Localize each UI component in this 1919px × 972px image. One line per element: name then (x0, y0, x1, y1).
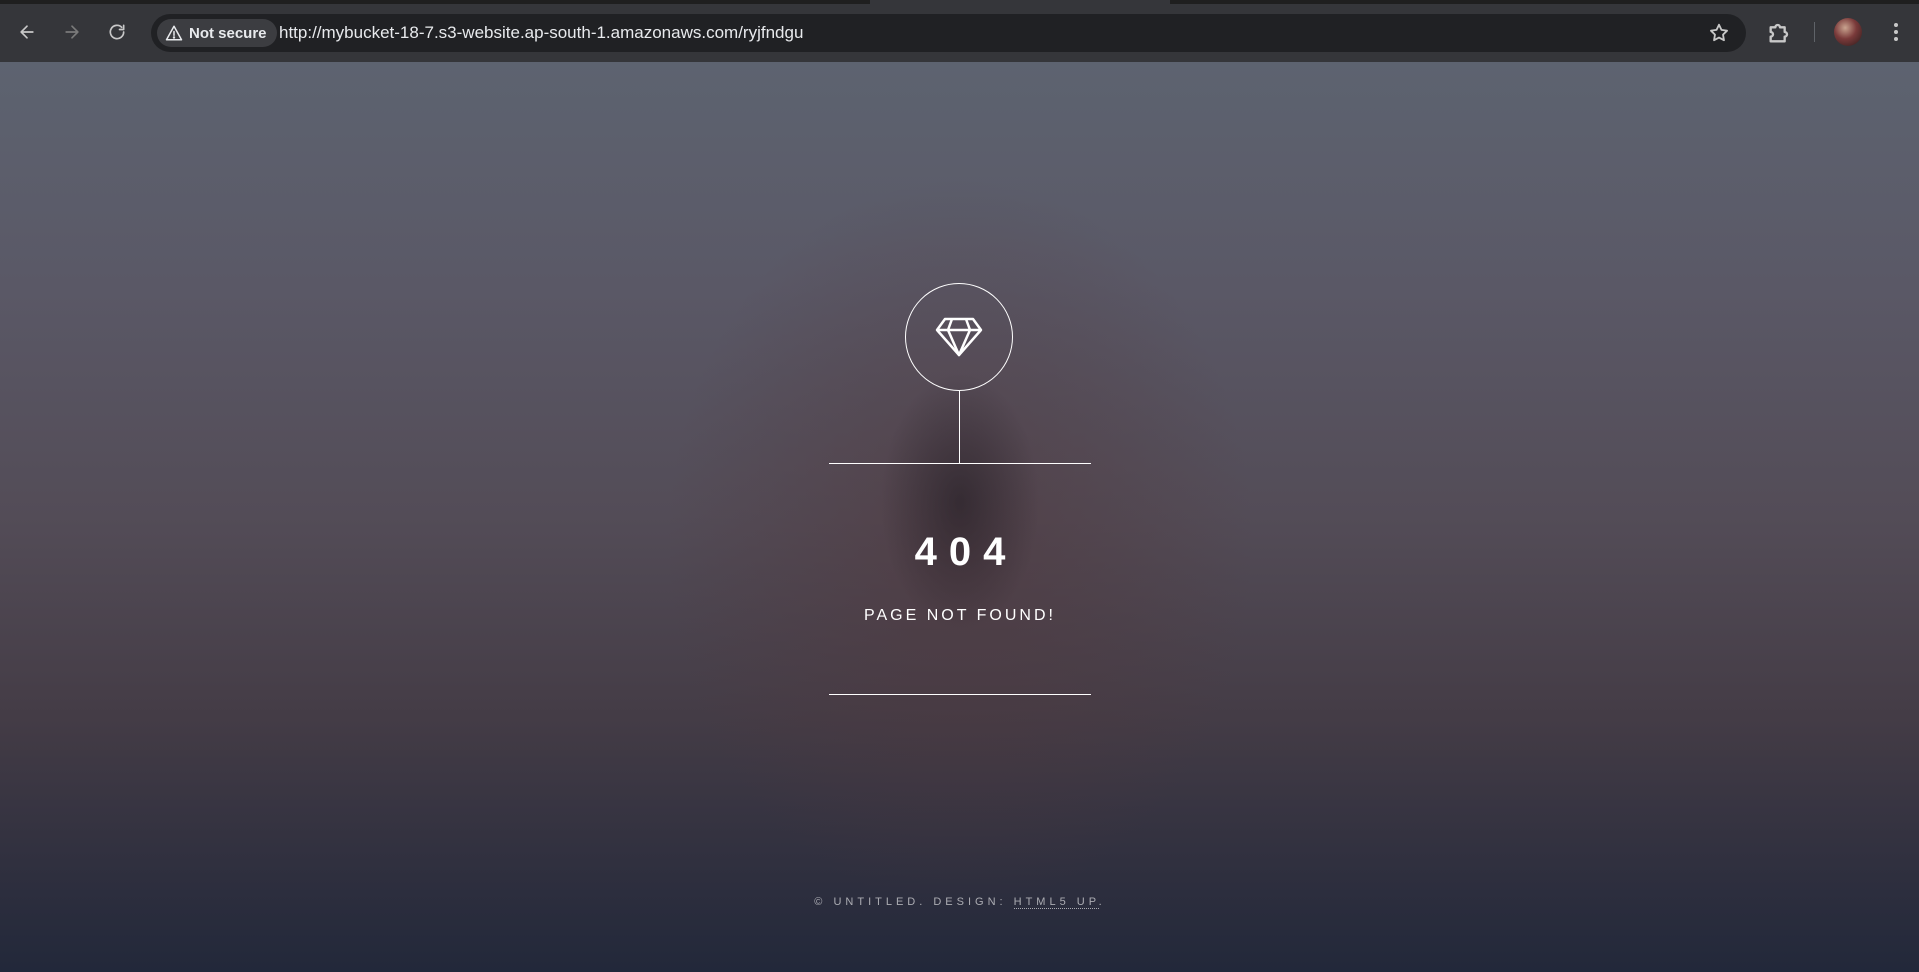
top-divider (829, 463, 1091, 464)
bookmark-button[interactable] (1708, 22, 1730, 44)
diamond-icon (935, 317, 983, 357)
page-content: 404 PAGE NOT FOUND! © UNTITLED. DESIGN: … (0, 62, 1919, 972)
footer-credits: © UNTITLED. DESIGN: HTML5 UP. (660, 896, 1260, 909)
warning-triangle-icon (165, 25, 183, 41)
puzzle-piece-icon (1769, 23, 1789, 43)
security-label: Not secure (189, 24, 267, 42)
address-bar[interactable]: Not secure http://mybucket-18-7.s3-websi… (151, 14, 1746, 52)
footer-link[interactable]: HTML5 UP (1013, 896, 1099, 909)
error-code: 404 (914, 530, 1018, 574)
logo (905, 283, 1013, 391)
logo-connector-line (959, 391, 960, 463)
extensions-button[interactable] (1766, 18, 1794, 46)
forward-arrow-icon (65, 25, 79, 39)
back-arrow-icon (20, 25, 34, 39)
security-indicator[interactable]: Not secure (157, 19, 277, 47)
reload-button[interactable] (101, 16, 133, 48)
kebab-menu-icon (1894, 23, 1898, 41)
footer-suffix: . (1098, 896, 1106, 908)
browser-toolbar: Not secure http://mybucket-18-7.s3-websi… (0, 0, 1919, 62)
back-button[interactable] (11, 16, 43, 48)
star-icon (1710, 23, 1728, 42)
error-message: PAGE NOT FOUND! (864, 607, 1056, 624)
browser-menu-button[interactable] (1884, 20, 1908, 44)
toolbar-divider (1814, 22, 1815, 42)
bottom-divider (829, 694, 1091, 695)
profile-avatar[interactable] (1834, 18, 1862, 46)
forward-button[interactable] (56, 16, 88, 48)
footer-prefix: © UNTITLED. DESIGN: (814, 896, 1014, 908)
tab-strip-edge (1170, 0, 1919, 4)
reload-icon (109, 24, 125, 40)
url-text[interactable]: http://mybucket-18-7.s3-website.ap-south… (279, 23, 803, 43)
tab-strip-edge (0, 0, 870, 4)
center-shadow (880, 372, 1040, 632)
